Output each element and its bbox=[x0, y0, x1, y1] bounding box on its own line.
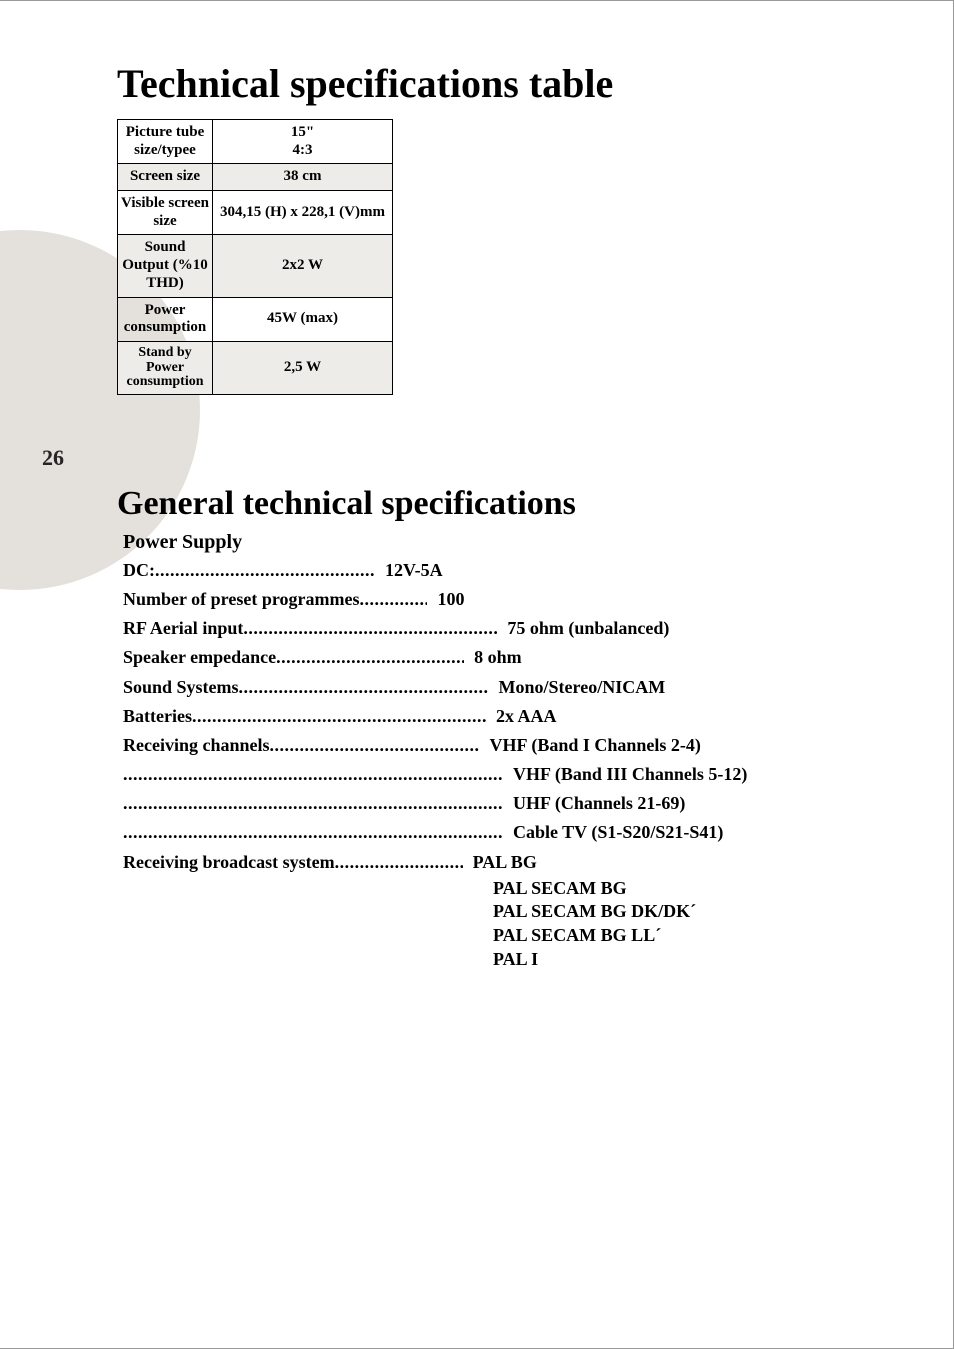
spec-row-value: PAL BG bbox=[463, 848, 537, 877]
spec-row: VHF (Band III Channels 5-12) bbox=[123, 760, 791, 789]
table-row: Screen size 38 cm bbox=[118, 164, 393, 191]
spec-row: RF Aerial input 75 ohm (unbalanced) bbox=[123, 614, 791, 643]
leader-dots bbox=[155, 556, 375, 585]
leader-dots bbox=[239, 673, 489, 702]
spec-row-value: UHF (Channels 21-69) bbox=[503, 789, 685, 818]
spec-value: 304,15 (H) x 228,1 (V)mm bbox=[213, 191, 393, 235]
leader-dots bbox=[192, 702, 486, 731]
spec-row-value: 2x AAA bbox=[486, 702, 557, 731]
table-row: Picture tube size/typee 15" 4:3 bbox=[118, 120, 393, 164]
leader-dots bbox=[359, 585, 427, 614]
spec-value: 2x2 W bbox=[213, 235, 393, 297]
page-number: 26 bbox=[42, 445, 64, 471]
broadcast-extra-item: PAL SECAM BG DK/DK´ bbox=[493, 900, 791, 924]
table-row: Power consumption 45W (max) bbox=[118, 297, 393, 341]
spec-row: UHF (Channels 21-69) bbox=[123, 789, 791, 818]
spec-row-value: 100 bbox=[427, 585, 464, 614]
leader-dots bbox=[123, 789, 503, 818]
spec-row-label: RF Aerial input bbox=[123, 614, 243, 643]
table-row: Visible screen size 304,15 (H) x 228,1 (… bbox=[118, 191, 393, 235]
spec-value: 38 cm bbox=[213, 164, 393, 191]
spec-row-value: 75 ohm (unbalanced) bbox=[497, 614, 669, 643]
broadcast-extra-item: PAL SECAM BG bbox=[493, 877, 791, 901]
spec-row: Speaker empedance 8 ohm bbox=[123, 643, 791, 672]
leader-dots bbox=[123, 760, 503, 789]
spec-row-label: Receiving broadcast system bbox=[123, 848, 335, 877]
spec-value: 15" 4:3 bbox=[213, 120, 393, 164]
general-specs-list: DC: 12V-5A Number of preset programmes 1… bbox=[123, 556, 791, 972]
spec-row: DC: 12V-5A bbox=[123, 556, 791, 585]
leader-dots bbox=[270, 731, 480, 760]
spec-row-value: VHF (Band I Channels 2-4) bbox=[480, 731, 701, 760]
spec-value: 2,5 W bbox=[213, 341, 393, 394]
section-title-general-tech-specs: General technical specifications bbox=[117, 485, 897, 523]
spec-label: Sound Output (%10 THD) bbox=[118, 235, 213, 297]
power-supply-heading: Power Supply bbox=[123, 531, 897, 554]
leader-dots bbox=[123, 818, 503, 847]
broadcast-extra-item: PAL SECAM BG LL´ bbox=[493, 924, 791, 948]
spec-row-value: 8 ohm bbox=[464, 643, 522, 672]
spec-row-label: Batteries bbox=[123, 702, 192, 731]
spec-row-label: Number of preset programmes bbox=[123, 585, 359, 614]
spec-row-label: Speaker empedance bbox=[123, 643, 276, 672]
spec-label: Screen size bbox=[118, 164, 213, 191]
leader-dots bbox=[335, 848, 463, 877]
spec-row-label: DC: bbox=[123, 556, 155, 585]
broadcast-extra-item: PAL I bbox=[493, 948, 791, 972]
spec-row: Batteries 2x AAA bbox=[123, 702, 791, 731]
spec-row: Receiving broadcast system PAL BG bbox=[123, 848, 791, 877]
spec-row-value: 12V-5A bbox=[375, 556, 443, 585]
spec-row-value: VHF (Band III Channels 5-12) bbox=[503, 760, 747, 789]
spec-label: Power consumption bbox=[118, 297, 213, 341]
section-title-tech-specs-table: Technical specifications table bbox=[117, 60, 897, 107]
spec-table: Picture tube size/typee 15" 4:3 Screen s… bbox=[117, 119, 393, 395]
spec-row-value: Cable TV (S1-S20/S21-S41) bbox=[503, 818, 723, 847]
table-row: Sound Output (%10 THD) 2x2 W bbox=[118, 235, 393, 297]
spec-row-label: Receiving channels bbox=[123, 731, 270, 760]
spec-row-label: Sound Systems bbox=[123, 673, 239, 702]
spec-row: Sound Systems Mono/Stereo/NICAM bbox=[123, 673, 791, 702]
spec-row: Number of preset programmes 100 bbox=[123, 585, 791, 614]
spec-label: Picture tube size/typee bbox=[118, 120, 213, 164]
leader-dots bbox=[243, 614, 497, 643]
spec-label: Visible screen size bbox=[118, 191, 213, 235]
spec-row: Cable TV (S1-S20/S21-S41) bbox=[123, 818, 791, 847]
spec-row: Receiving channels VHF (Band I Channels … bbox=[123, 731, 791, 760]
spec-row-value: Mono/Stereo/NICAM bbox=[489, 673, 666, 702]
leader-dots bbox=[276, 643, 464, 672]
spec-value: 45W (max) bbox=[213, 297, 393, 341]
broadcast-extra-values: PAL SECAM BG PAL SECAM BG DK/DK´ PAL SEC… bbox=[493, 877, 791, 972]
table-row: Stand by Power consumption 2,5 W bbox=[118, 341, 393, 394]
spec-label: Stand by Power consumption bbox=[118, 341, 213, 394]
